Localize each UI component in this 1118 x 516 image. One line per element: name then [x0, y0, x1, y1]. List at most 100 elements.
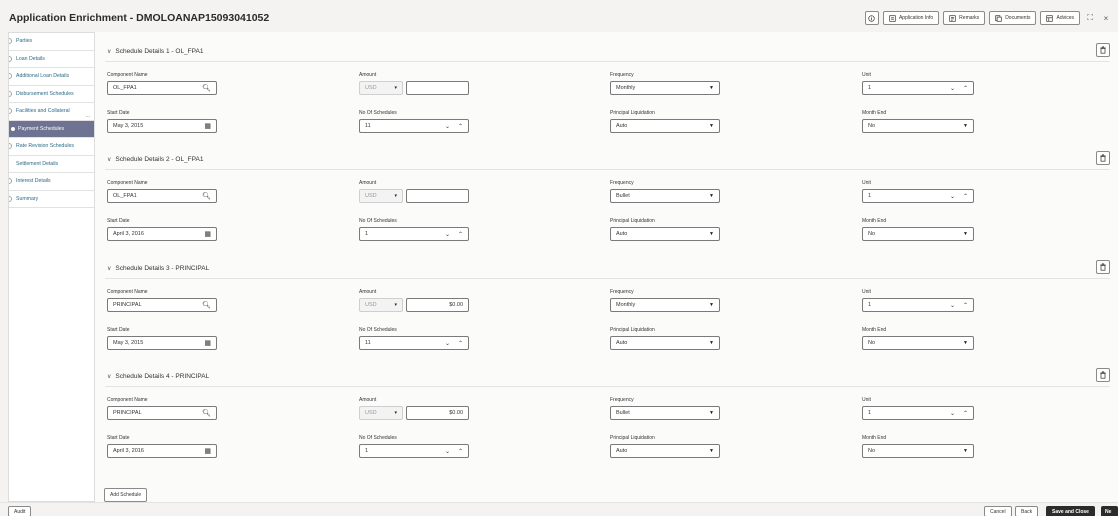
no-of-schedules-stepper[interactable]: 11 ⌄ ⌃	[359, 119, 469, 133]
principal-liquidation-label: Principal Liquidation	[610, 327, 655, 333]
sidebar-item-label: Settlement Details	[16, 160, 59, 167]
principal-liquidation-select[interactable]: Auto ▼	[610, 227, 720, 241]
start-date-picker[interactable]: April 3, 2016 ▦	[107, 227, 217, 241]
chevron-up-icon[interactable]: ⌃	[458, 448, 463, 455]
close-icon[interactable]: ×	[1100, 12, 1112, 24]
start-date-picker[interactable]: April 3, 2016 ▦	[107, 444, 217, 458]
delete-schedule-button[interactable]	[1096, 260, 1110, 274]
caret-down-icon: ▼	[709, 302, 714, 308]
amount-input[interactable]	[406, 81, 469, 95]
unit-stepper[interactable]: 1 ⌄ ⌃	[862, 81, 974, 95]
calendar-icon[interactable]: ▦	[204, 230, 211, 238]
chevron-down-icon[interactable]: ⌄	[950, 410, 955, 417]
principal-liquidation-select[interactable]: Auto ▼	[610, 336, 720, 350]
search-icon[interactable]: 🔍︎	[202, 192, 211, 200]
sidebar-item-summary[interactable]: Summary	[9, 191, 94, 208]
calendar-icon[interactable]: ▦	[204, 447, 211, 455]
search-icon[interactable]: 🔍︎	[202, 84, 211, 92]
component-name-field[interactable]: OL_FPA1 🔍︎	[107, 81, 217, 95]
chevron-up-icon[interactable]: ⌃	[458, 123, 463, 130]
currency-value: USD	[365, 193, 377, 199]
frequency-select[interactable]: Bullet ▼	[610, 406, 720, 420]
month-end-select[interactable]: No ▼	[862, 119, 974, 133]
frequency-select[interactable]: Monthly ▼	[610, 81, 720, 95]
schedule-header[interactable]: ∨ Schedule Details 4 - PRINCIPAL	[107, 373, 209, 380]
delete-schedule-button[interactable]	[1096, 368, 1110, 382]
chevron-down-icon[interactable]: ⌄	[445, 231, 450, 238]
chevron-down-icon[interactable]: ⌄	[445, 448, 450, 455]
principal-liquidation-select[interactable]: Auto ▼	[610, 444, 720, 458]
sidebar-item-label: Payment Schedules	[18, 125, 65, 132]
frequency-select[interactable]: Monthly ▼	[610, 298, 720, 312]
sidebar-item-parties[interactable]: Parties	[9, 33, 94, 51]
chevron-up-icon[interactable]: ⌃	[963, 302, 968, 309]
month-end-select[interactable]: No ▼	[862, 227, 974, 241]
amount-input[interactable]	[406, 189, 469, 203]
expand-icon[interactable]: ⛶	[1084, 12, 1096, 24]
no-of-schedules-stepper[interactable]: 1 ⌄ ⌃	[359, 444, 469, 458]
unit-stepper[interactable]: 1 ⌄ ⌃	[862, 298, 974, 312]
documents-button[interactable]: Documents	[989, 11, 1037, 25]
month-end-value: No	[868, 448, 876, 454]
unit-stepper[interactable]: 1 ⌄ ⌃	[862, 406, 974, 420]
cancel-button[interactable]: Cancel	[984, 506, 1012, 516]
caret-down-icon: ▼	[709, 85, 714, 91]
sidebar-item-additional-loan-details[interactable]: Additional Loan Details	[9, 68, 94, 86]
sidebar-item-loan-details[interactable]: Loan Details	[9, 51, 94, 68]
sidebar-item-interest-details[interactable]: Interest Details	[9, 173, 94, 191]
principal-liquidation-select[interactable]: Auto ▼	[610, 119, 720, 133]
save-and-close-button[interactable]: Save and Close	[1046, 506, 1095, 516]
chevron-down-icon[interactable]: ⌄	[950, 193, 955, 200]
amount-input[interactable]: $0.00	[406, 406, 469, 420]
back-button[interactable]: Back	[1015, 506, 1039, 516]
chevron-up-icon[interactable]: ⌃	[963, 85, 968, 92]
chevron-down-icon[interactable]: ⌄	[445, 123, 450, 130]
calendar-icon[interactable]: ▦	[204, 122, 211, 130]
add-schedule-button[interactable]: Add Schedule	[104, 488, 148, 502]
sidebar-item-rate-revision-schedules[interactable]: Rate Revision Schedules	[9, 138, 94, 156]
start-date-picker[interactable]: May 3, 2015 ▦	[107, 119, 217, 133]
info-button[interactable]	[864, 11, 879, 25]
chevron-up-icon[interactable]: ⌃	[458, 231, 463, 238]
delete-schedule-button[interactable]	[1096, 43, 1110, 57]
frequency-label: Frequency	[610, 397, 634, 403]
next-button[interactable]: Ne	[1101, 506, 1118, 516]
remarks-button[interactable]: Remarks	[943, 11, 986, 25]
chevron-down-icon[interactable]: ⌄	[445, 340, 450, 347]
month-end-select[interactable]: No ▼	[862, 444, 974, 458]
chevron-up-icon[interactable]: ⌃	[963, 410, 968, 417]
unit-stepper[interactable]: 1 ⌄ ⌃	[862, 189, 974, 203]
schedule-header[interactable]: ∨ Schedule Details 1 - OL_FPA1	[107, 48, 203, 55]
frequency-select[interactable]: Bullet ▼	[610, 189, 720, 203]
schedule-header[interactable]: ∨ Schedule Details 3 - PRINCIPAL	[107, 265, 209, 272]
audit-button[interactable]: Audit	[8, 506, 32, 516]
search-icon[interactable]: 🔍︎	[202, 409, 211, 417]
chevron-up-icon[interactable]: ⌃	[458, 340, 463, 347]
currency-value: USD	[365, 85, 377, 91]
schedule-title: Schedule Details 1 - OL_FPA1	[115, 48, 204, 55]
chevron-down-icon[interactable]: ⌄	[950, 302, 955, 309]
amount-input[interactable]: $0.00	[406, 298, 469, 312]
component-name-field[interactable]: PRINCIPAL 🔍︎	[107, 298, 217, 312]
unit-label: Unit	[862, 397, 871, 403]
month-end-select[interactable]: No ▼	[862, 336, 974, 350]
chevron-down-icon[interactable]: ⌄	[950, 85, 955, 92]
application-info-label: Application Info	[898, 15, 934, 21]
chevron-down-icon: ∨	[107, 374, 112, 380]
schedule-header[interactable]: ∨ Schedule Details 2 - OL_FPA1	[107, 156, 203, 163]
sidebar-item-settlement-details[interactable]: Settlement Details	[9, 156, 94, 173]
application-info-button[interactable]: Application Info	[882, 11, 940, 25]
sidebar-item-disbursement-schedules[interactable]: Disbursement Schedules	[9, 86, 94, 103]
sidebar-item-payment-schedules[interactable]: Payment Schedules	[9, 120, 94, 138]
calendar-icon[interactable]: ▦	[204, 339, 211, 347]
delete-schedule-button[interactable]	[1096, 151, 1110, 165]
sidebar-item-facilities-and-collateral[interactable]: Facilities and Collateral...	[9, 103, 94, 121]
no-of-schedules-stepper[interactable]: 1 ⌄ ⌃	[359, 227, 469, 241]
search-icon[interactable]: 🔍︎	[202, 301, 211, 309]
component-name-field[interactable]: PRINCIPAL 🔍︎	[107, 406, 217, 420]
chevron-up-icon[interactable]: ⌃	[963, 193, 968, 200]
start-date-picker[interactable]: May 3, 2015 ▦	[107, 336, 217, 350]
no-of-schedules-stepper[interactable]: 11 ⌄ ⌃	[359, 336, 469, 350]
component-name-field[interactable]: OL_FPA1 🔍︎	[107, 189, 217, 203]
advices-button[interactable]: Advices	[1040, 11, 1080, 25]
